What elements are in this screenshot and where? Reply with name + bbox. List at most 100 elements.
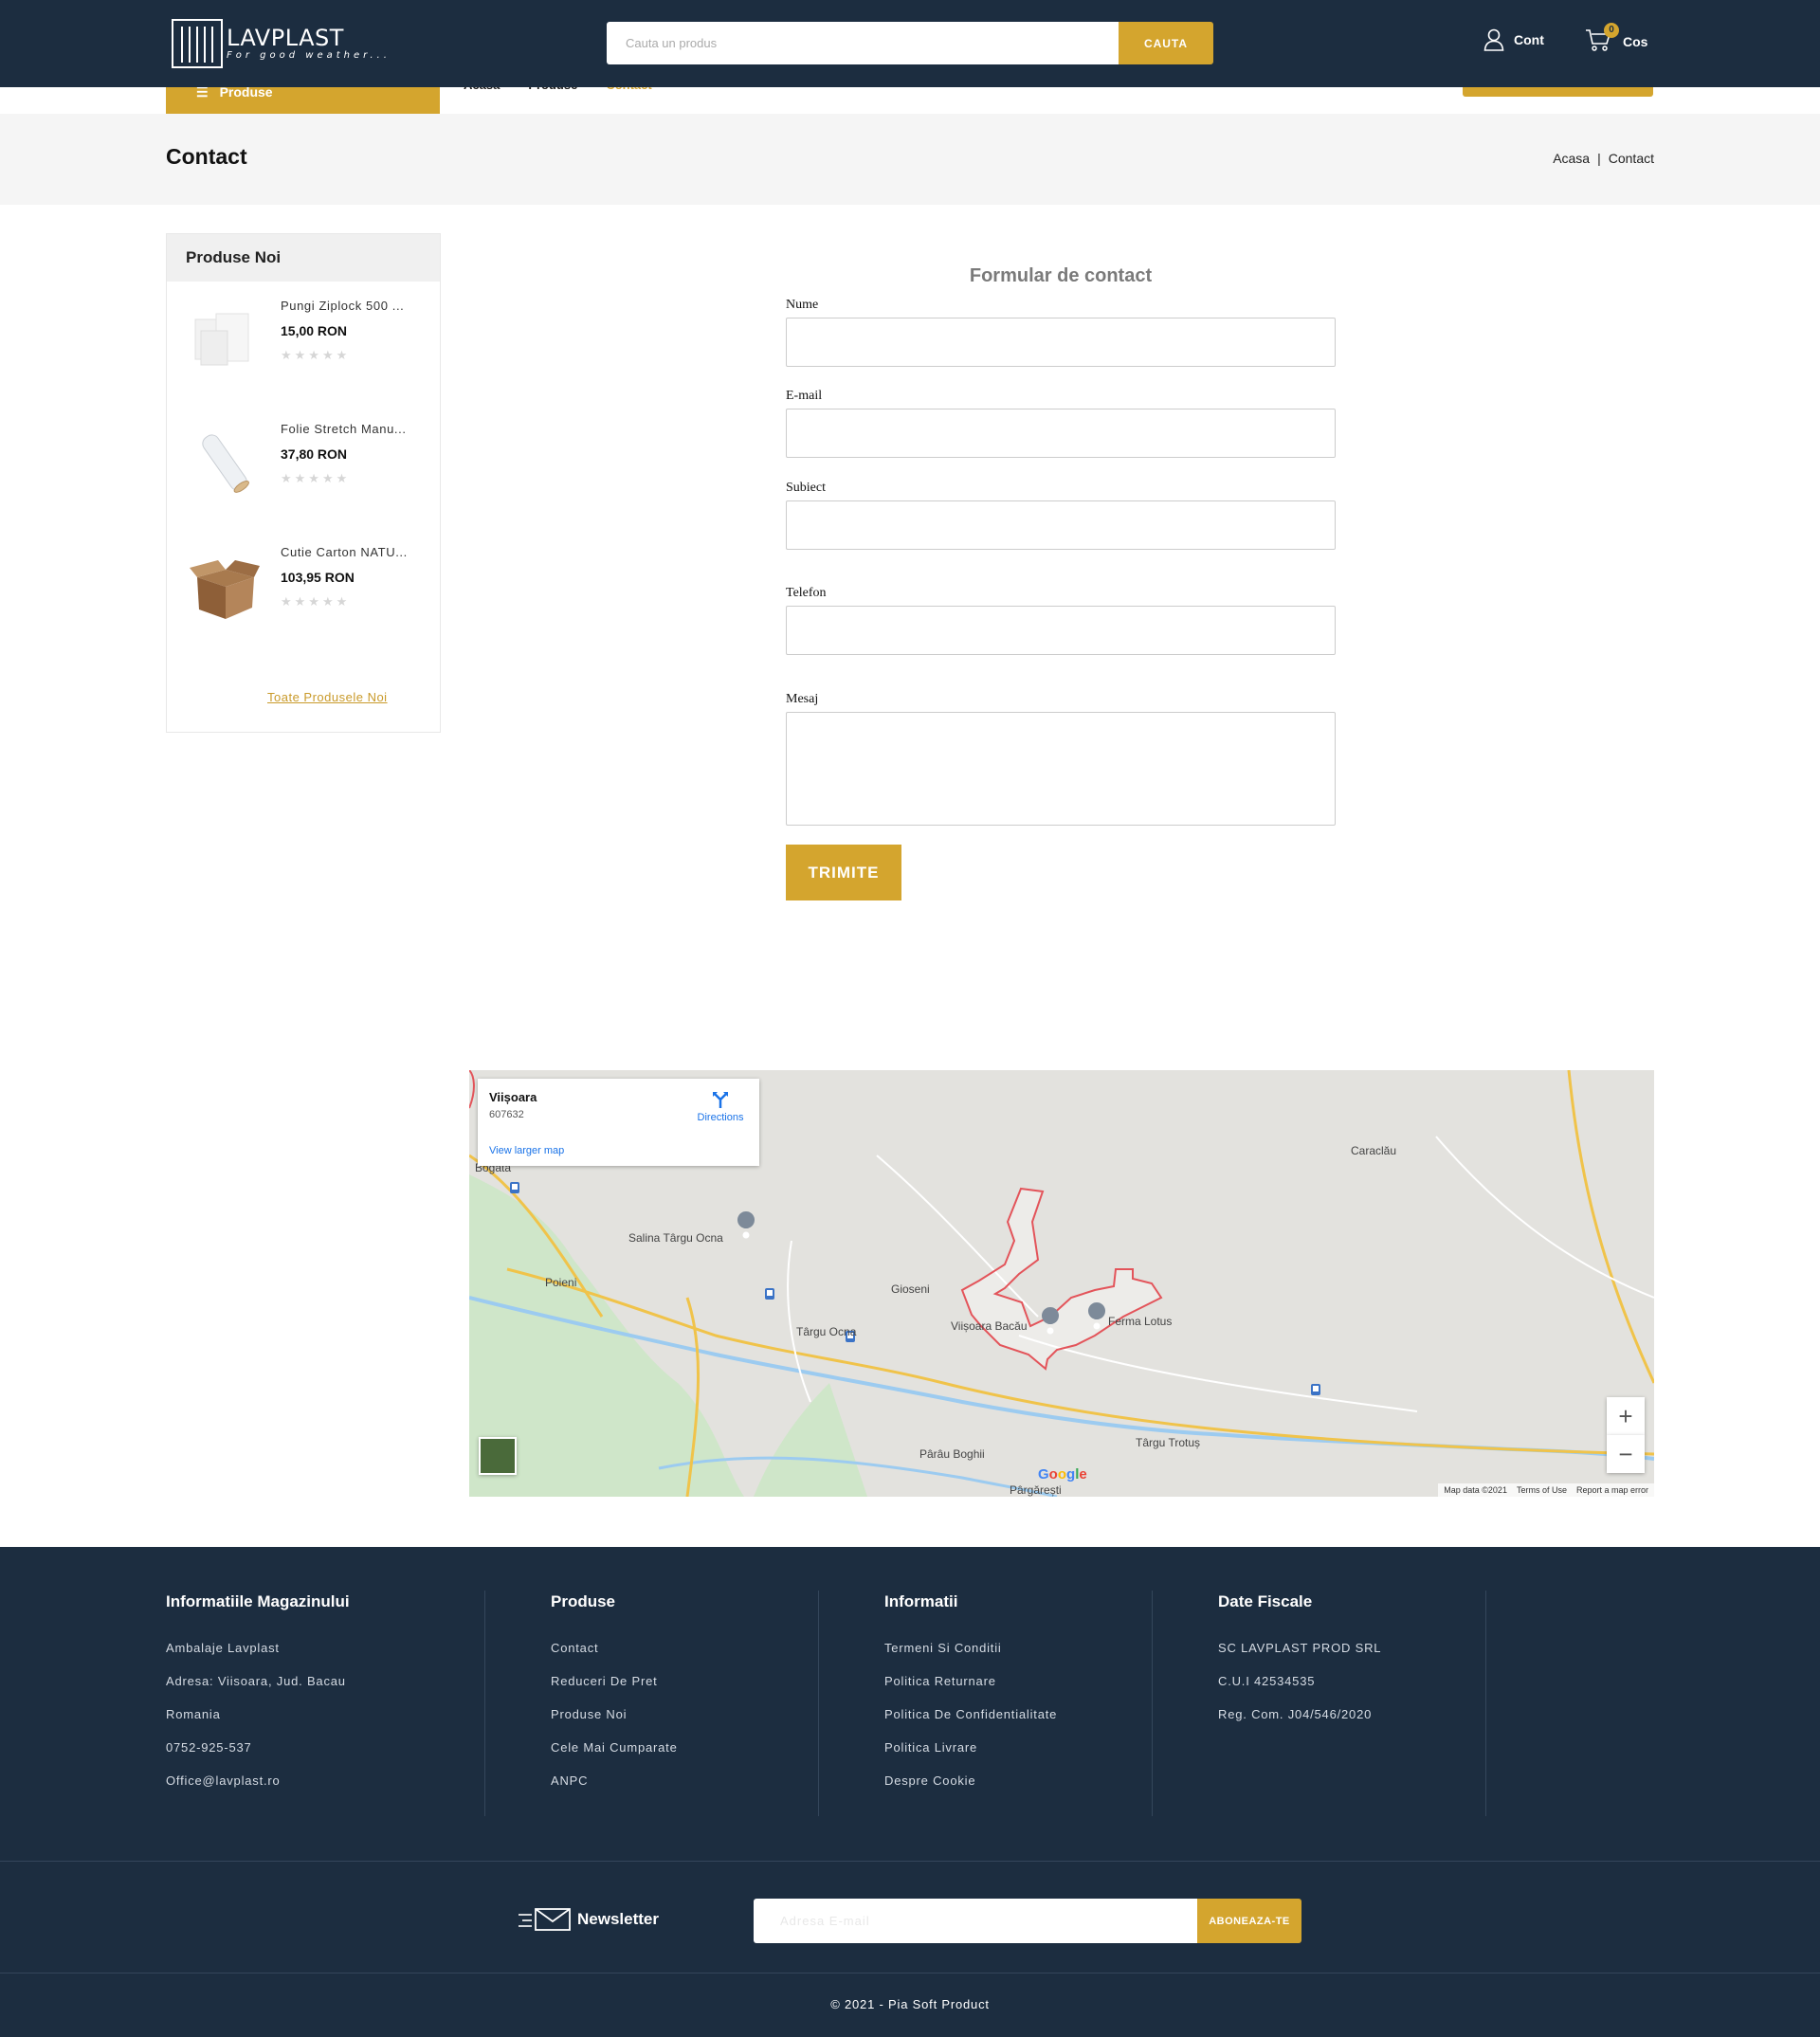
footer-link[interactable]: Politica Returnare (884, 1674, 1057, 1707)
footer-link[interactable]: Termeni Si Conditii (884, 1641, 1057, 1674)
sidebar-product[interactable]: Folie Stretch Manu... 37,80 RON ★★★★★ (167, 405, 442, 518)
sidebar-heading: Produse Noi (167, 234, 440, 282)
product-name[interactable]: Folie Stretch Manu... (281, 422, 407, 436)
footer-link[interactable]: ANPC (551, 1773, 678, 1807)
breadcrumb-current: Contact (1608, 151, 1654, 166)
logo-name: LAVPLAST (227, 25, 344, 51)
map-label: Poieni (545, 1276, 577, 1289)
footer-column-heading: Date Fiscale (1218, 1592, 1313, 1610)
product-price: 37,80 RON (281, 446, 348, 462)
zoom-out-button[interactable]: − (1607, 1435, 1645, 1473)
phone-field[interactable] (786, 606, 1336, 655)
rating-stars: ★★★★★ (281, 348, 351, 362)
all-new-products-link[interactable]: Toate Produsele Noi (267, 690, 388, 704)
footer-item: Reg. Com. J04/546/2020 (1218, 1707, 1373, 1721)
submit-button[interactable]: TRIMITE (786, 845, 901, 900)
subject-field[interactable] (786, 500, 1336, 550)
email-field[interactable] (786, 409, 1336, 458)
satellite-toggle[interactable] (479, 1437, 517, 1475)
page-title-bar (0, 114, 1820, 205)
view-larger-map-link[interactable]: View larger map (489, 1145, 564, 1156)
message-field[interactable] (786, 712, 1336, 826)
footer-link[interactable]: Reduceri De Pret (551, 1674, 678, 1707)
form-title: Formular de contact (969, 265, 1153, 286)
map-label: Pârgărești (1010, 1483, 1062, 1497)
footer-column-heading: Informatiile Magazinului (166, 1592, 350, 1610)
footer-divider (1485, 1591, 1486, 1816)
map-label: Pârâu Boghii (919, 1447, 985, 1461)
breadcrumb-separator: | (1597, 151, 1601, 166)
map-place-zip: 607632 (489, 1109, 524, 1120)
map-label: Salina Târgu Ocna (628, 1231, 723, 1245)
search-button[interactable]: CAUTA (1119, 22, 1213, 64)
map-place-name: Viișoara (489, 1090, 537, 1104)
footer-item[interactable]: 0752-925-537 (166, 1740, 350, 1773)
footer-divider (818, 1591, 819, 1816)
subscribe-button[interactable]: ABONEAZA-TE (1197, 1899, 1301, 1943)
map-place-card: Viișoara 607632 View larger map Directio… (478, 1079, 759, 1166)
footer-item: SC LAVPLAST PROD SRL (1218, 1641, 1382, 1655)
site-header: LAVPLAST For good weather... CAUTA Cont … (0, 0, 1820, 87)
footer-item[interactable]: Office@lavplast.ro (166, 1773, 350, 1807)
name-label: Nume (786, 298, 819, 312)
logo-mark (172, 19, 223, 68)
cart-link[interactable]: 0 Cos (1585, 23, 1648, 54)
footer-link[interactable]: Produse Noi (551, 1707, 678, 1740)
directions-label: Directions (697, 1112, 744, 1123)
footer-item: Romania (166, 1707, 221, 1721)
terms-of-use-link[interactable]: Terms of Use (1517, 1485, 1567, 1495)
directions-icon (713, 1092, 728, 1108)
footer-item: C.U.I 42534535 (1218, 1674, 1316, 1688)
footer-link[interactable]: Despre Cookie (884, 1773, 1057, 1807)
footer-link[interactable]: Cele Mai Cumparate (551, 1740, 678, 1773)
map-label: Ferma Lotus (1108, 1315, 1173, 1328)
product-price: 15,00 RON (281, 323, 348, 338)
footer-column-fiscal: Date Fiscale SC LAVPLAST PROD SRL C.U.I … (1218, 1592, 1381, 1740)
footer-divider (1152, 1591, 1153, 1816)
footer-link[interactable]: Contact (551, 1641, 678, 1674)
map-label: Târgu Ocna (796, 1325, 857, 1338)
rating-stars: ★★★★★ (281, 594, 351, 609)
directions-button[interactable]: Directions (692, 1090, 749, 1123)
newsletter-text: Newsletter (577, 1910, 659, 1928)
footer-separator (0, 1861, 1820, 1862)
logo-tagline: For good weather... (227, 50, 391, 61)
map-label: Târgu Trotuș (1136, 1436, 1201, 1449)
phone-label: Telefon (786, 586, 827, 600)
envelope-icon (519, 1908, 571, 1931)
sidebar-product[interactable]: Pungi Ziplock 500 ... 15,00 RON ★★★★★ (167, 282, 442, 395)
footer-column-information: Informatii Termeni Si Conditii Politica … (884, 1592, 1057, 1807)
newsletter-email-input[interactable] (754, 1899, 1197, 1943)
page-title: Contact (166, 144, 247, 169)
footer-column-store-info: Informatiile Magazinului Ambalaje Lavpla… (166, 1592, 350, 1807)
map-data-label: Map data ©2021 (1444, 1485, 1507, 1495)
ziplock-bags-image[interactable] (188, 302, 262, 376)
search-input[interactable] (607, 22, 1119, 64)
name-field[interactable] (786, 318, 1336, 367)
footer-item: Ambalaje Lavplast (166, 1641, 280, 1655)
account-link[interactable]: Cont (1483, 28, 1544, 51)
logo[interactable]: LAVPLAST For good weather... (172, 19, 391, 68)
google-logo: Google (1038, 1466, 1087, 1482)
footer-link[interactable]: Politica De Confidentialitate (884, 1707, 1057, 1740)
google-map[interactable]: Caraclău Bogata Salina Târgu Ocna Poieni… (469, 1070, 1654, 1497)
cardboard-box-image[interactable] (188, 549, 262, 623)
copyright: © 2021 - Pia Soft Product (830, 1997, 990, 2011)
footer-column-products: Produse Contact Reduceri De Pret Produse… (551, 1592, 678, 1807)
map-label: Gioseni (891, 1282, 930, 1296)
product-name[interactable]: Pungi Ziplock 500 ... (281, 299, 404, 313)
report-map-error-link[interactable]: Report a map error (1576, 1485, 1648, 1495)
newsletter-label: Newsletter (519, 1907, 659, 1932)
cart-label: Cos (1623, 33, 1648, 49)
zoom-in-button[interactable]: + (1607, 1397, 1645, 1435)
newsletter-form: ABONEAZA-TE (754, 1899, 1301, 1943)
email-label: E-mail (786, 389, 823, 403)
rating-stars: ★★★★★ (281, 471, 351, 485)
footer-column-heading: Produse (551, 1592, 616, 1610)
footer-link[interactable]: Politica Livrare (884, 1740, 1057, 1773)
product-name[interactable]: Cutie Carton NATU... (281, 545, 408, 559)
breadcrumb-home[interactable]: Acasa (1553, 151, 1590, 166)
map-label: Viișoara Bacău (951, 1319, 1028, 1333)
stretch-film-roll-image[interactable] (188, 426, 262, 500)
sidebar-product[interactable]: Cutie Carton NATU... 103,95 RON ★★★★★ (167, 528, 442, 642)
